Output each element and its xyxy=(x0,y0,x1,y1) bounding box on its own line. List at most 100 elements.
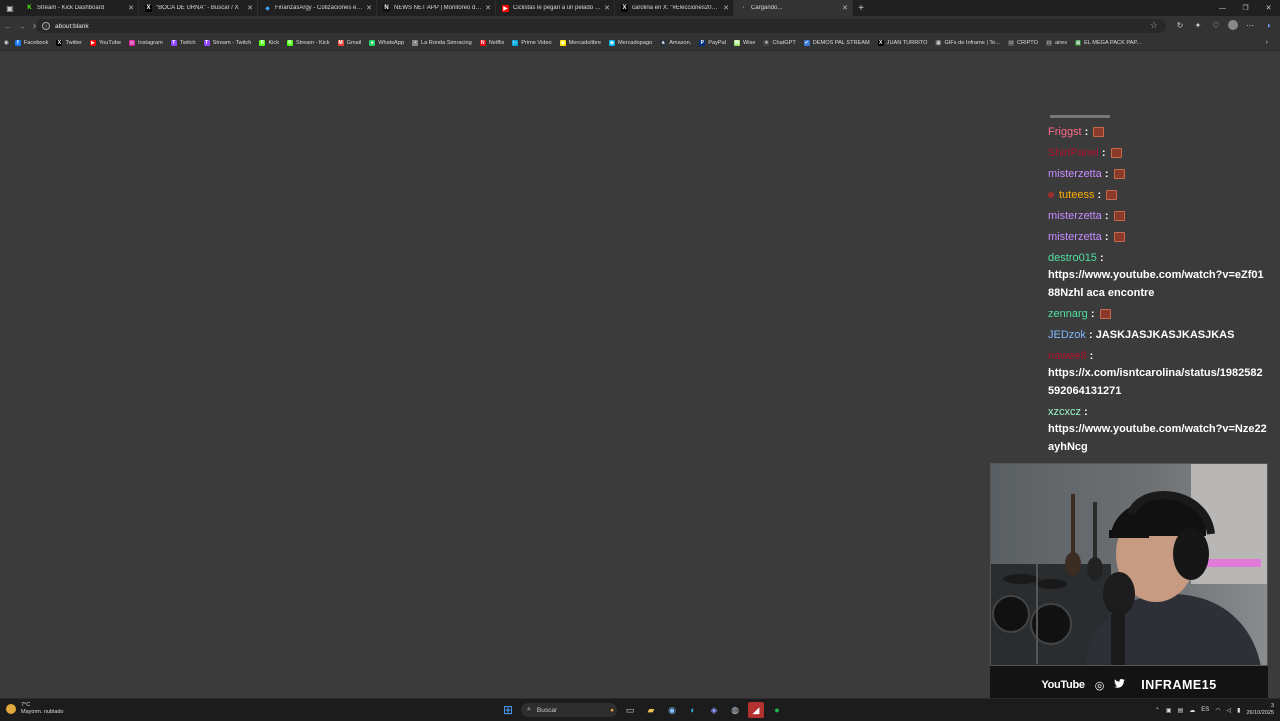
bookmark-favicon-icon: P xyxy=(699,40,706,46)
bookmark-item[interactable]: T Twitch xyxy=(170,40,196,46)
tab-close-icon[interactable]: ✕ xyxy=(128,4,134,12)
bookmark-item[interactable]: ◔ La Ronda Simracing xyxy=(412,40,472,46)
extensions-icon[interactable]: ✦ xyxy=(1192,19,1204,31)
chat-separator: : xyxy=(1101,210,1112,222)
tray-app-icon[interactable]: ▣ xyxy=(1166,707,1172,714)
bookmark-label: JUAN TURRITO xyxy=(886,40,928,46)
bookmark-item[interactable]: N Netflix xyxy=(479,40,504,46)
tab-strip: ▣ K Stream - Kick Dashboard ✕ X "BOCA DE URN… xyxy=(0,0,1280,16)
bookmark-item[interactable]: ✔ DEMOS PAL STREAM xyxy=(803,40,870,46)
bookmark-item[interactable]: K Stream - Kick xyxy=(287,40,330,46)
tab-close-icon[interactable]: ✕ xyxy=(842,4,848,12)
browser-tab[interactable]: K Stream - Kick Dashboard ✕ xyxy=(20,0,139,16)
address-bar[interactable]: i about:blank ☆ xyxy=(36,19,1166,33)
browser-tab[interactable]: ◆ FinanzasArgy - Cotizaciones en tiempo r… xyxy=(258,0,377,16)
tab-actions-icon[interactable]: ▣ xyxy=(0,0,20,16)
tray-lang[interactable]: ES xyxy=(1201,707,1209,713)
stream-chat: Friggst : ShirtPanel : misterzetta : tut… xyxy=(1048,112,1268,460)
bookmark-item[interactable]: X Twitter xyxy=(56,40,82,46)
browser-tab[interactable]: Xcarolina en X: "#Elecciones2025" ✕ xyxy=(615,0,734,16)
task-view-icon[interactable]: ▭ xyxy=(622,702,638,718)
bookmark-item[interactable]: ▷ Prime Video xyxy=(512,40,552,46)
maximize-icon[interactable]: ❐ xyxy=(1234,0,1257,16)
bookmark-favicon-icon: M xyxy=(337,40,344,46)
favorites-icon[interactable]: ♡ xyxy=(1210,19,1222,31)
site-info-icon[interactable]: i xyxy=(42,22,50,30)
bookmark-item[interactable]: ◉ Mercadolibre xyxy=(559,40,601,46)
bookmark-item[interactable]: ▦ GIFs de Inframe | Te... xyxy=(935,40,1000,46)
bookmark-item[interactable]: f Facebook xyxy=(14,40,48,46)
chat-emote-icon xyxy=(1106,190,1118,201)
search-icon: ⌕ xyxy=(527,706,531,713)
tray-clock[interactable]: 3 26/10/2025 xyxy=(1246,703,1274,717)
discord-icon[interactable]: ◈ xyxy=(706,702,722,718)
minimize-icon[interactable]: — xyxy=(1211,0,1234,16)
copilot-icon[interactable]: ◑ xyxy=(1262,19,1274,31)
tray-wifi-icon[interactable]: ◠ xyxy=(1215,707,1220,714)
bookmark-item[interactable]: ◎ Instagram xyxy=(128,40,163,46)
chat-message: ShirtPanel : xyxy=(1048,145,1268,162)
tab-close-icon[interactable]: ✕ xyxy=(723,4,729,12)
chrome-icon[interactable]: ◉ xyxy=(664,702,680,718)
chat-message: JEDzok : JASKJASJKASJKASJKAS xyxy=(1048,327,1268,344)
bookmark-favicon-icon: ▭ xyxy=(1045,40,1052,46)
steam-icon[interactable]: ◍ xyxy=(727,702,743,718)
chat-emote-icon xyxy=(1110,148,1122,159)
profile-avatar[interactable] xyxy=(1228,20,1238,30)
tab-close-icon[interactable]: ✕ xyxy=(247,4,253,12)
bookmarks-eye-icon[interactable]: ◉ xyxy=(4,40,9,46)
bookmark-item[interactable]: a Amazon. xyxy=(660,40,691,46)
bookmark-star-icon[interactable]: ☆ xyxy=(1150,20,1158,31)
tray-cloud-icon[interactable]: ☁ xyxy=(1189,707,1195,714)
new-tab-button[interactable]: + xyxy=(853,0,869,16)
tab-close-icon[interactable]: ✕ xyxy=(485,4,491,12)
bookmarks-more-icon[interactable]: › xyxy=(1266,39,1268,46)
chat-separator: : xyxy=(1085,329,1096,341)
browser-tab[interactable]: ▶ Ciclistas le pegan a un pelado - YouTub… xyxy=(496,0,615,16)
bookmark-label: PayPal xyxy=(708,40,726,46)
file-explorer-icon[interactable]: ▰ xyxy=(643,702,659,718)
spotify-icon[interactable]: ● xyxy=(769,702,785,718)
tray-battery-icon[interactable]: ▮ xyxy=(1237,707,1240,714)
tab-title: FinanzasArgy - Cotizaciones en tiempo re… xyxy=(275,5,363,11)
bookmark-item[interactable]: T Stream - Twitch xyxy=(203,40,251,46)
toolbar-actions: ↻ ✦ ♡ ⋯ ◑ xyxy=(1174,19,1274,31)
tab-close-icon[interactable]: ✕ xyxy=(604,4,610,12)
bookmark-item[interactable]: W Wise xyxy=(734,40,755,46)
tray-volume-icon[interactable]: ◁ xyxy=(1227,707,1232,714)
close-window-icon[interactable]: ✕ xyxy=(1257,0,1280,16)
bookmark-item[interactable]: X JUAN TURRITO xyxy=(877,40,928,46)
windows-start-icon[interactable]: ⊞ xyxy=(500,702,516,718)
bookmark-item[interactable]: ◉ Mercadopago xyxy=(608,40,652,46)
chat-username: misterzetta xyxy=(1048,210,1102,222)
bookmark-item[interactable]: K Kick xyxy=(259,40,279,46)
chat-emote-icon xyxy=(1113,211,1125,222)
chat-separator: : xyxy=(1081,126,1092,138)
streaming-app-icon[interactable]: ◢ xyxy=(748,702,764,718)
bookmark-item[interactable]: ● WhatsApp xyxy=(369,40,404,46)
chat-emote-icon xyxy=(1093,127,1105,138)
bookmark-item[interactable]: P PayPal xyxy=(699,40,726,46)
menu-icon[interactable]: ⋯ xyxy=(1244,19,1256,31)
taskbar-search[interactable]: ⌕ Buscar ● xyxy=(521,703,617,717)
refresh-extension-icon[interactable]: ↻ xyxy=(1174,19,1186,31)
bookmark-item[interactable]: ▭ aires xyxy=(1045,40,1067,46)
tray-overflow-icon[interactable]: ⌃ xyxy=(1155,707,1160,714)
edge-icon[interactable]: ◐ xyxy=(685,702,701,718)
instagram-icon: ◎ xyxy=(1094,679,1105,692)
tab-close-icon[interactable]: ✕ xyxy=(366,4,372,12)
forward-icon[interactable]: → xyxy=(18,22,28,31)
browser-tab[interactable]: X "BOCA DE URNA" - Buscar / X ✕ xyxy=(139,0,258,16)
chat-separator: : xyxy=(1086,350,1094,362)
bookmark-item[interactable]: ▭ CRIPTO xyxy=(1007,40,1038,46)
tab-title: carolina en X: "#Elecciones2025" xyxy=(632,5,721,11)
bookmark-item[interactable]: ✳ ChatGPT xyxy=(763,40,796,46)
bookmark-item[interactable]: ▶ YouTube xyxy=(89,40,121,46)
browser-tab[interactable]: N NEWS NET APP | Monitoreo de medios✕ xyxy=(377,0,496,16)
weather-widget[interactable]: 7°C Mayorm. nublado xyxy=(6,702,64,716)
browser-tab[interactable]: · Cargando... ✕ xyxy=(734,0,853,16)
bookmark-item[interactable]: ▦ EL MEGA PACK PAP... xyxy=(1075,40,1141,46)
tray-network-icon[interactable]: ▤ xyxy=(1178,707,1184,714)
bookmark-item[interactable]: M Gmail xyxy=(337,40,361,46)
back-icon[interactable]: ← xyxy=(4,22,14,31)
